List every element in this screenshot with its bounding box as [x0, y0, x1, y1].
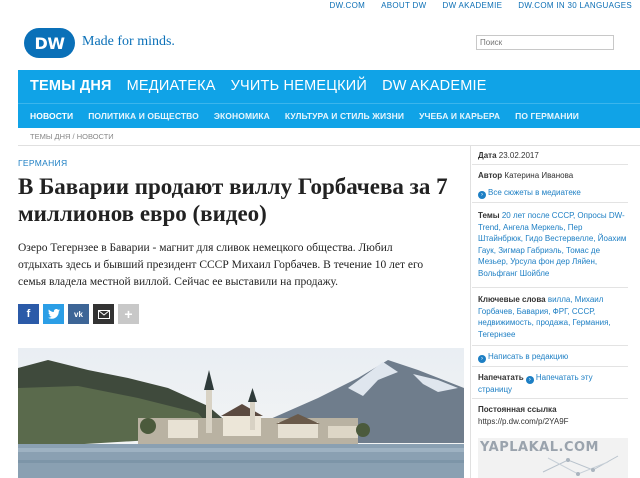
keywords-label: Ключевые слова	[478, 295, 546, 304]
subnav-item-politics[interactable]: ПОЛИТИКА И ОБЩЕСТВО	[88, 111, 199, 121]
mail-icon	[97, 309, 110, 319]
nav-sub-items: НОВОСТИ ПОЛИТИКА И ОБЩЕСТВО ЭКОНОМИКА КУ…	[18, 104, 640, 128]
topics-label: Темы	[478, 211, 500, 220]
utility-links: DW.COM ABOUT DW DW AKADEMIE DW.COM IN 30…	[330, 1, 632, 10]
article-title: В Баварии продают виллу Горбачева за 7 м…	[18, 174, 448, 226]
sidebar-divider	[472, 164, 628, 165]
breadcrumb[interactable]: ТЕМЫ ДНЯ / НОВОСТИ	[30, 132, 114, 141]
main-nav: ТЕМЫ ДНЯ МЕДИАТЕКА УЧИТЬ НЕМЕЦКИЙ DW AKA…	[18, 70, 640, 128]
article-keywords: Ключевые слова вилла, Михаил Горбачев, Б…	[478, 294, 628, 340]
column-divider	[470, 146, 471, 478]
permalink-value[interactable]: https://p.dw.com/p/2YA9F	[478, 417, 569, 426]
nav-item-media[interactable]: МЕДИАТЕКА	[127, 78, 216, 94]
permalink-section: Постоянная ссылка https://p.dw.com/p/2YA…	[478, 404, 628, 427]
print-section: Напечатать › Напечатать эту страницу	[478, 372, 628, 396]
email-share-button[interactable]	[93, 304, 114, 324]
permalink-label: Постоянная ссылка	[478, 405, 557, 414]
search-input[interactable]	[476, 35, 614, 50]
site-header: DW Made for minds.	[0, 14, 640, 70]
nav-item-learn-german[interactable]: УЧИТЬ НЕМЕЦКИЙ	[231, 78, 367, 94]
plus-icon: +	[124, 306, 133, 322]
all-stories-text: Все сюжеты в медиатеке	[488, 188, 581, 197]
subnav-item-economy[interactable]: ЭКОНОМИКА	[214, 111, 270, 121]
watermark: YAPLAKAL.COM	[478, 438, 628, 478]
nav-divider	[18, 103, 640, 104]
subnav-item-news[interactable]: НОВОСТИ	[30, 111, 73, 121]
sidebar-divider	[472, 287, 628, 288]
sidebar-divider	[472, 398, 628, 399]
link-dw-languages[interactable]: DW.COM IN 30 LANGUAGES	[518, 1, 632, 10]
article-kicker[interactable]: ГЕРМАНИЯ	[18, 158, 67, 168]
date-label: Дата	[478, 151, 497, 160]
write-editor-link[interactable]: › Написать в редакцию	[478, 351, 628, 363]
nav-item-akademie[interactable]: DW AKADEMIE	[382, 78, 487, 94]
slogan: Made for minds.	[82, 34, 175, 49]
sidebar-divider	[472, 366, 628, 367]
link-about-dw[interactable]: ABOUT DW	[381, 1, 426, 10]
article-topics: Темы 20 лет после СССР, Опросы DW-Trend,…	[478, 210, 628, 279]
logo-text: DW	[34, 33, 65, 53]
article-author: Автор Катерина Иванова	[478, 170, 628, 182]
all-stories-link[interactable]: › Все сюжеты в медиатеке	[478, 187, 628, 199]
breadcrumb-divider	[18, 145, 640, 146]
arrow-icon: ›	[525, 376, 534, 384]
vk-share-button[interactable]: vk	[68, 304, 89, 324]
date-value: 23.02.2017	[498, 151, 539, 160]
article-lead: Озеро Тегернзее в Баварии - магнит для с…	[18, 242, 424, 288]
dw-logo[interactable]: DW	[24, 28, 75, 58]
sidebar-divider	[472, 202, 628, 203]
nav-item-topics[interactable]: ТЕМЫ ДНЯ	[30, 78, 112, 94]
print-label: Напечатать	[478, 373, 524, 382]
share-buttons: f vk +	[18, 304, 139, 324]
article-photo	[18, 348, 464, 478]
facebook-icon: f	[26, 308, 31, 320]
link-dw-akademie[interactable]: DW AKADEMIE	[443, 1, 503, 10]
article-date: Дата 23.02.2017	[478, 150, 628, 162]
subnav-item-education[interactable]: УЧЕБА И КАРЬЕРА	[419, 111, 500, 121]
sidebar-divider	[472, 345, 628, 346]
network-icon	[542, 455, 619, 476]
link-dw-com[interactable]: DW.COM	[330, 1, 366, 10]
nav-main-items: ТЕМЫ ДНЯ МЕДИАТЕКА УЧИТЬ НЕМЕЦКИЙ DW AKA…	[30, 78, 487, 94]
subnav-item-culture[interactable]: КУЛЬТУРА И СТИЛЬ ЖИЗНИ	[285, 111, 404, 121]
utility-bar: DW.COM ABOUT DW DW AKADEMIE DW.COM IN 30…	[0, 0, 640, 13]
author-value: Катерина Иванова	[504, 171, 574, 180]
vk-icon: vk	[74, 309, 83, 319]
write-editor-text: Написать в редакцию	[488, 352, 569, 361]
subnav-item-germany[interactable]: ПО ГЕРМАНИИ	[515, 111, 579, 121]
arrow-icon: ›	[478, 191, 486, 199]
more-share-button[interactable]: +	[118, 304, 139, 324]
author-label: Автор	[478, 171, 503, 180]
topics-value[interactable]: 20 лет после СССР, Опросы DW-Trend, Анге…	[478, 211, 626, 278]
arrow-icon: ›	[478, 355, 486, 363]
twitter-share-button[interactable]	[43, 304, 64, 324]
facebook-share-button[interactable]: f	[18, 304, 39, 324]
twitter-icon	[47, 309, 60, 319]
